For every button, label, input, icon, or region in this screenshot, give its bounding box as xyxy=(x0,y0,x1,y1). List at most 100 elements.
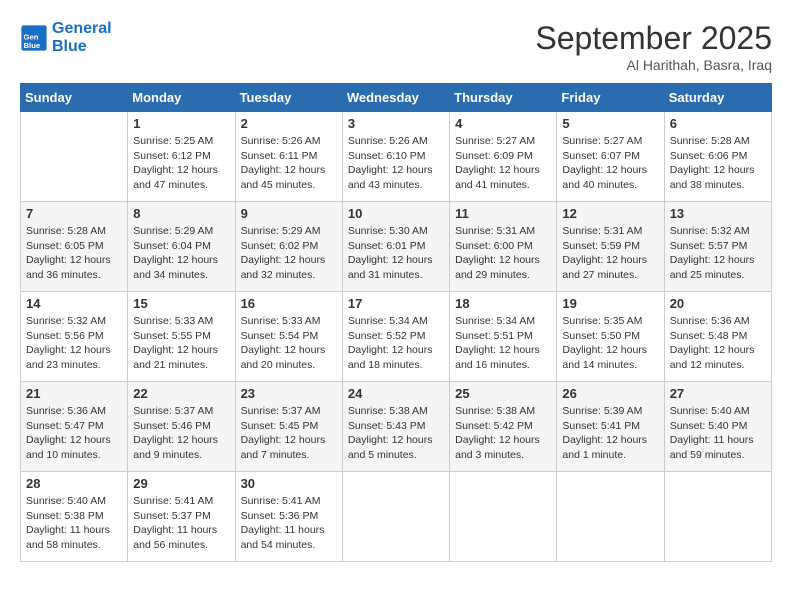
day-number: 17 xyxy=(348,296,444,311)
calendar-cell: 12 Sunrise: 5:31 AMSunset: 5:59 PMDayligh… xyxy=(557,202,664,292)
calendar-cell: 2Sunrise: 5:26 AMSunset: 6:11 PMDaylight… xyxy=(235,112,342,202)
page-header: Gen Blue General Blue September 2025 Al … xyxy=(20,20,772,73)
calendar-week-row: 14 Sunrise: 5:32 AMSunset: 5:56 PMDayligh… xyxy=(21,292,772,382)
day-number: 15 xyxy=(133,296,229,311)
logo: Gen Blue General Blue xyxy=(20,20,112,55)
calendar-cell: 15Sunrise: 5:33 AMSunset: 5:55 PMDayligh… xyxy=(128,292,235,382)
logo-icon: Gen Blue xyxy=(20,24,48,52)
calendar-cell xyxy=(450,472,557,562)
day-number: 3 xyxy=(348,116,444,131)
title-section: September 2025 Al Harithah, Basra, Iraq xyxy=(535,20,772,73)
day-info: Sunrise: 5:41 AMSunset: 5:36 PMDaylight:… xyxy=(241,494,337,553)
calendar-cell: 10 Sunrise: 5:30 AMSunset: 6:01 PMDayligh… xyxy=(342,202,449,292)
calendar-cell: 9 Sunrise: 5:29 AMSunset: 6:02 PMDaylight… xyxy=(235,202,342,292)
column-header-tuesday: Tuesday xyxy=(235,84,342,112)
calendar-week-row: 28 Sunrise: 5:40 AMSunset: 5:38 PMDayligh… xyxy=(21,472,772,562)
calendar-cell: 6Sunrise: 5:28 AMSunset: 6:06 PMDaylight… xyxy=(664,112,771,202)
calendar-cell xyxy=(557,472,664,562)
day-number: 25 xyxy=(455,386,551,401)
day-info: Sunrise: 5:29 AMSunset: 6:02 PMDaylight:… xyxy=(241,224,337,283)
calendar-week-row: 7 Sunrise: 5:28 AMSunset: 6:05 PMDaylight… xyxy=(21,202,772,292)
calendar-cell: 25 Sunrise: 5:38 AMSunset: 5:42 PMDayligh… xyxy=(450,382,557,472)
calendar-cell: 24 Sunrise: 5:38 AMSunset: 5:43 PMDayligh… xyxy=(342,382,449,472)
day-number: 8 xyxy=(133,206,229,221)
column-header-friday: Friday xyxy=(557,84,664,112)
day-number: 21 xyxy=(26,386,122,401)
day-info: Sunrise: 5:26 AMSunset: 6:10 PMDaylight:… xyxy=(348,134,444,193)
day-info: Sunrise: 5:40 AMSunset: 5:38 PMDaylight:… xyxy=(26,494,122,553)
day-info: Sunrise: 5:32 AMSunset: 5:56 PMDaylight:… xyxy=(26,314,122,373)
day-info: Sunrise: 5:33 AMSunset: 5:54 PMDaylight:… xyxy=(241,314,337,373)
calendar-week-row: 21 Sunrise: 5:36 AMSunset: 5:47 PMDayligh… xyxy=(21,382,772,472)
calendar-cell: 26Sunrise: 5:39 AMSunset: 5:41 PMDayligh… xyxy=(557,382,664,472)
day-number: 5 xyxy=(562,116,658,131)
day-number: 14 xyxy=(26,296,122,311)
day-info: Sunrise: 5:29 AMSunset: 6:04 PMDaylight:… xyxy=(133,224,229,283)
column-header-wednesday: Wednesday xyxy=(342,84,449,112)
calendar-cell: 17 Sunrise: 5:34 AMSunset: 5:52 PMDayligh… xyxy=(342,292,449,382)
day-info: Sunrise: 5:34 AMSunset: 5:51 PMDaylight:… xyxy=(455,314,551,373)
day-info: Sunrise: 5:41 AMSunset: 5:37 PMDaylight:… xyxy=(133,494,229,553)
column-header-saturday: Saturday xyxy=(664,84,771,112)
day-number: 19 xyxy=(562,296,658,311)
calendar-cell: 4Sunrise: 5:27 AMSunset: 6:09 PMDaylight… xyxy=(450,112,557,202)
day-number: 13 xyxy=(670,206,766,221)
day-number: 20 xyxy=(670,296,766,311)
day-number: 18 xyxy=(455,296,551,311)
day-number: 7 xyxy=(26,206,122,221)
calendar-cell: 5Sunrise: 5:27 AMSunset: 6:07 PMDaylight… xyxy=(557,112,664,202)
day-number: 30 xyxy=(241,476,337,491)
column-header-thursday: Thursday xyxy=(450,84,557,112)
day-info: Sunrise: 5:28 AMSunset: 6:05 PMDaylight:… xyxy=(26,224,122,283)
day-info: Sunrise: 5:37 AMSunset: 5:46 PMDaylight:… xyxy=(133,404,229,463)
calendar-cell: 20 Sunrise: 5:36 AMSunset: 5:48 PMDayligh… xyxy=(664,292,771,382)
calendar-cell: 3 Sunrise: 5:26 AMSunset: 6:10 PMDaylight… xyxy=(342,112,449,202)
calendar-cell: 16 Sunrise: 5:33 AMSunset: 5:54 PMDayligh… xyxy=(235,292,342,382)
day-number: 9 xyxy=(241,206,337,221)
calendar-cell: 7 Sunrise: 5:28 AMSunset: 6:05 PMDaylight… xyxy=(21,202,128,292)
day-info: Sunrise: 5:36 AMSunset: 5:48 PMDaylight:… xyxy=(670,314,766,373)
day-info: Sunrise: 5:31 AMSunset: 6:00 PMDaylight:… xyxy=(455,224,551,283)
day-info: Sunrise: 5:28 AMSunset: 6:06 PMDaylight:… xyxy=(670,134,766,193)
calendar-cell: 29 Sunrise: 5:41 AMSunset: 5:37 PMDayligh… xyxy=(128,472,235,562)
day-number: 16 xyxy=(241,296,337,311)
calendar-cell: 28 Sunrise: 5:40 AMSunset: 5:38 PMDayligh… xyxy=(21,472,128,562)
logo-text: General Blue xyxy=(52,20,112,55)
day-info: Sunrise: 5:37 AMSunset: 5:45 PMDaylight:… xyxy=(241,404,337,463)
calendar-cell xyxy=(664,472,771,562)
calendar-table: SundayMondayTuesdayWednesdayThursdayFrid… xyxy=(20,83,772,562)
calendar-header-row: SundayMondayTuesdayWednesdayThursdayFrid… xyxy=(21,84,772,112)
calendar-week-row: 1Sunrise: 5:25 AMSunset: 6:12 PMDaylight… xyxy=(21,112,772,202)
day-info: Sunrise: 5:32 AMSunset: 5:57 PMDaylight:… xyxy=(670,224,766,283)
svg-text:Blue: Blue xyxy=(24,40,41,49)
day-info: Sunrise: 5:38 AMSunset: 5:43 PMDaylight:… xyxy=(348,404,444,463)
day-info: Sunrise: 5:30 AMSunset: 6:01 PMDaylight:… xyxy=(348,224,444,283)
calendar-cell: 14 Sunrise: 5:32 AMSunset: 5:56 PMDayligh… xyxy=(21,292,128,382)
day-info: Sunrise: 5:35 AMSunset: 5:50 PMDaylight:… xyxy=(562,314,658,373)
calendar-cell: 27Sunrise: 5:40 AMSunset: 5:40 PMDayligh… xyxy=(664,382,771,472)
calendar-cell: 22 Sunrise: 5:37 AMSunset: 5:46 PMDayligh… xyxy=(128,382,235,472)
day-info: Sunrise: 5:40 AMSunset: 5:40 PMDaylight:… xyxy=(670,404,766,463)
column-header-monday: Monday xyxy=(128,84,235,112)
calendar-cell: 13 Sunrise: 5:32 AMSunset: 5:57 PMDayligh… xyxy=(664,202,771,292)
day-number: 22 xyxy=(133,386,229,401)
month-title: September 2025 xyxy=(535,20,772,57)
day-number: 26 xyxy=(562,386,658,401)
day-number: 12 xyxy=(562,206,658,221)
calendar-cell: 19 Sunrise: 5:35 AMSunset: 5:50 PMDayligh… xyxy=(557,292,664,382)
day-number: 28 xyxy=(26,476,122,491)
day-number: 1 xyxy=(133,116,229,131)
day-number: 4 xyxy=(455,116,551,131)
day-number: 11 xyxy=(455,206,551,221)
calendar-cell: 1Sunrise: 5:25 AMSunset: 6:12 PMDaylight… xyxy=(128,112,235,202)
day-info: Sunrise: 5:38 AMSunset: 5:42 PMDaylight:… xyxy=(455,404,551,463)
calendar-cell xyxy=(21,112,128,202)
calendar-cell: 18 Sunrise: 5:34 AMSunset: 5:51 PMDayligh… xyxy=(450,292,557,382)
day-number: 10 xyxy=(348,206,444,221)
calendar-cell: 23Sunrise: 5:37 AMSunset: 5:45 PMDayligh… xyxy=(235,382,342,472)
day-number: 29 xyxy=(133,476,229,491)
day-number: 24 xyxy=(348,386,444,401)
day-info: Sunrise: 5:31 AMSunset: 5:59 PMDaylight:… xyxy=(562,224,658,283)
day-info: Sunrise: 5:34 AMSunset: 5:52 PMDaylight:… xyxy=(348,314,444,373)
day-info: Sunrise: 5:36 AMSunset: 5:47 PMDaylight:… xyxy=(26,404,122,463)
